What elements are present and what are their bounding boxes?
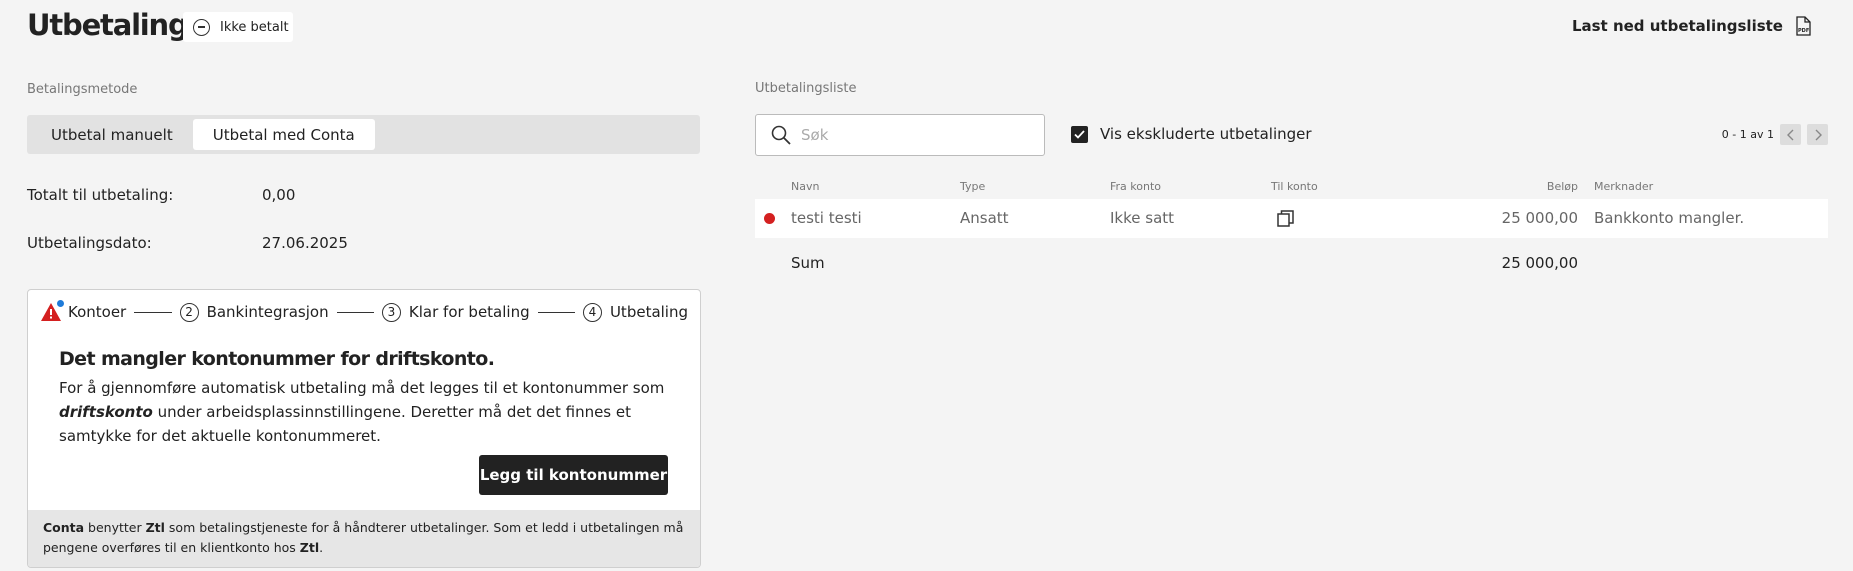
status-label: Ikke betalt — [220, 19, 289, 35]
provider-note: Conta benytter Ztl som betalingstjeneste… — [28, 510, 700, 567]
step-label: Klar for betaling — [408, 303, 530, 321]
copy-icon[interactable] — [1277, 210, 1294, 231]
pagination-range: 0 - 1 av 1 — [1721, 128, 1774, 141]
sum-label: Sum — [791, 254, 825, 272]
notification-dot — [57, 300, 64, 307]
step-ready[interactable]: 3 Klar for betaling — [381, 302, 530, 322]
brand-name: Conta — [43, 520, 85, 535]
minus-circle-icon — [193, 18, 210, 36]
step-connector — [336, 311, 374, 313]
row-notes: Bankkonto mangler. — [1594, 209, 1745, 227]
download-label: Last ned utbetalingsliste — [1571, 17, 1783, 35]
total-label: Totalt til utbetaling: — [27, 186, 174, 204]
note-text: benytter — [84, 520, 146, 535]
column-header-name[interactable]: Navn — [791, 180, 819, 193]
show-excluded-toggle[interactable]: Vis ekskluderte utbetalinger — [1071, 125, 1312, 143]
integration-card: Kontoer 2 Bankintegrasjon 3 Klar for bet… — [27, 289, 701, 568]
chevron-right-icon — [1815, 129, 1822, 140]
previous-page-button[interactable] — [1780, 124, 1801, 145]
date-label: Utbetalingsdato: — [27, 234, 152, 252]
total-value: 0,00 — [262, 186, 296, 204]
provider-name: Ztl — [299, 540, 320, 555]
payout-list-label: Utbetalingsliste — [755, 81, 857, 96]
notice-title: Det mangler kontonummer for driftskonto. — [59, 348, 495, 370]
step-connector — [134, 311, 172, 313]
step-number: 2 — [179, 302, 199, 322]
status-badge: Ikke betalt — [183, 12, 293, 42]
step-connector — [537, 311, 575, 313]
search-icon — [771, 125, 791, 145]
step-payout[interactable]: 4 Utbetaling — [582, 302, 688, 322]
column-header-amount[interactable]: Beløp — [1500, 180, 1578, 193]
search-input[interactable] — [801, 126, 1021, 144]
column-header-notes[interactable]: Merknader — [1594, 180, 1653, 193]
column-header-to[interactable]: Til konto — [1271, 180, 1318, 193]
add-account-number-button[interactable]: Legg til kontonummer — [479, 455, 668, 495]
status-dot — [764, 213, 775, 224]
search-field[interactable] — [755, 114, 1045, 156]
sum-value: 25 000,00 — [1501, 254, 1578, 272]
pay-with-conta-option[interactable]: Utbetal med Conta — [192, 119, 375, 150]
pay-manually-option[interactable]: Utbetal manuelt — [31, 119, 193, 150]
row-amount: 25 000,00 — [1501, 209, 1578, 227]
row-name: testi testi — [791, 209, 862, 227]
step-accounts[interactable]: Kontoer — [40, 300, 127, 322]
svg-text:PDF: PDF — [1798, 28, 1809, 34]
notice-text-part: For å gjennomføre automatisk utbetaling … — [59, 379, 665, 397]
step-number: 3 — [381, 302, 401, 322]
row-from-account: Ikke satt — [1110, 209, 1175, 227]
chevron-left-icon — [1786, 129, 1793, 140]
payment-method-label: Betalingsmetode — [27, 82, 138, 97]
date-value: 27.06.2025 — [262, 234, 348, 252]
download-list-button[interactable]: Last ned utbetalingsliste PDF — [1572, 16, 1811, 36]
warning-icon — [40, 300, 64, 322]
step-number: 4 — [582, 302, 602, 322]
stepper: Kontoer 2 Bankintegrasjon 3 Klar for bet… — [40, 300, 688, 324]
step-label: Kontoer — [68, 303, 127, 321]
step-bank-integration[interactable]: 2 Bankintegrasjon — [179, 302, 329, 322]
notice-text-emphasis: driftskonto — [59, 403, 153, 421]
column-header-type[interactable]: Type — [960, 180, 985, 193]
column-header-from[interactable]: Fra konto — [1110, 180, 1161, 193]
show-excluded-label: Vis ekskluderte utbetalinger — [1100, 125, 1312, 143]
table-row[interactable]: testi testi Ansatt Ikke satt 25 000,00 B… — [755, 199, 1828, 238]
notice-text: For å gjennomføre automatisk utbetaling … — [59, 376, 669, 448]
pagination: 0 - 1 av 1 — [1722, 124, 1828, 145]
payment-method-toggle: Utbetal manuelt Utbetal med Conta — [27, 115, 700, 154]
checkbox-checked-icon[interactable] — [1071, 125, 1088, 143]
provider-name: Ztl — [145, 520, 165, 535]
row-type: Ansatt — [960, 209, 1009, 227]
note-text: . — [319, 540, 324, 555]
pdf-icon: PDF — [1796, 16, 1811, 36]
next-page-button[interactable] — [1807, 124, 1828, 145]
step-label: Bankintegrasjon — [206, 303, 329, 321]
step-label: Utbetaling — [609, 303, 688, 321]
